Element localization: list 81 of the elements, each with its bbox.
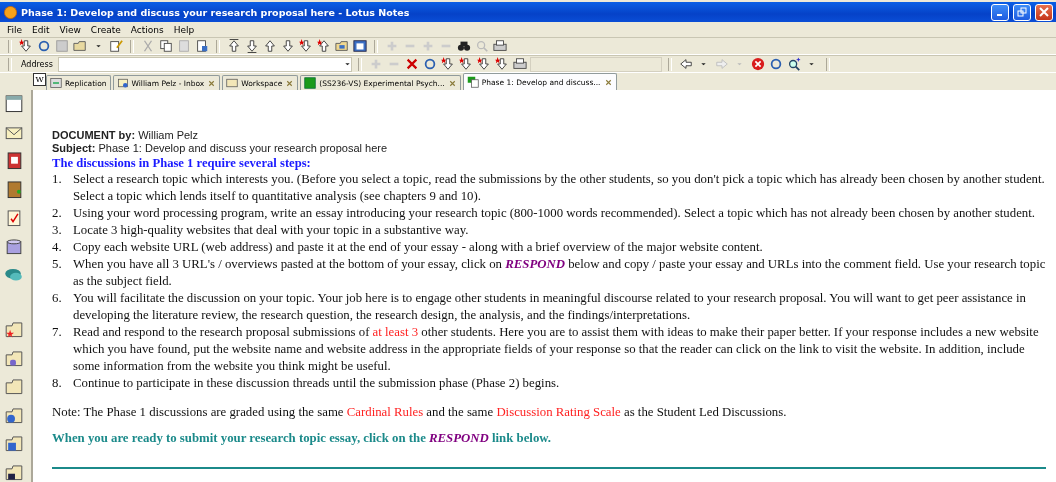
- list-item-text: Copy each website URL (web address) and paste it at the end of your essay - along with a brief overview of the major website content.: [73, 239, 764, 256]
- restore-icon: [1017, 7, 1027, 17]
- list-item-text: Read and respond to the research proposal submissions of at least 3 other students. Here you are to assist them with ideas to make their paper better. If your response includes a new website which you have found, put the website name and website address in the appropriate fields of your response so that the reader can click on the link to visit the website. In addition, include some information from the website you think might be useful.: [73, 324, 1040, 375]
- note-text: Note: The Phase 1 discussions are graded using the same Cardinal Rules and the same Discussion Rating Scale as the Student Led Discussions.: [52, 404, 788, 421]
- printer-icon[interactable]: [512, 57, 527, 71]
- app-icon: [4, 5, 17, 19]
- copy-icon[interactable]: [159, 39, 173, 53]
- list-item-text: You will facilitate the discussion on your topic. Your job here is to engage other students in meaningful discourse related to your research proposal. You will want to get peer assistance in developing the literature review, the research question, the research design, the analysis, and the findings/interpretations.: [73, 290, 1027, 324]
- workspace-badge[interactable]: W: [33, 73, 46, 86]
- menu-item[interactable]: Edit: [28, 24, 54, 35]
- menu-item[interactable]: Create: [86, 24, 125, 35]
- list-number: 6.: [52, 290, 63, 307]
- close-icon[interactable]: [603, 77, 613, 87]
- refresh-icon[interactable]: [37, 39, 51, 53]
- respond-link[interactable]: RESPOND: [505, 257, 565, 271]
- list-number: 1.: [52, 171, 63, 188]
- folder-globe-icon[interactable]: [4, 405, 24, 426]
- folder-icon[interactable]: [4, 462, 24, 482]
- list-item-text: Continue to participate in these discussion threads until the submission phase (Phase 2) begins.: [73, 375, 561, 392]
- window-title: Phase 1: Develop and discuss your research proposal here - Lotus Notes: [21, 6, 411, 18]
- menu-item[interactable]: Help: [169, 24, 199, 35]
- list-number: 3.: [52, 222, 63, 239]
- arrow-bottom-icon[interactable]: [245, 39, 259, 53]
- close-icon[interactable]: [207, 78, 217, 88]
- refresh-icon[interactable]: [768, 57, 783, 71]
- star-arrow-down-icon[interactable]: [458, 57, 473, 71]
- edit-icon[interactable]: [109, 39, 123, 53]
- window-icon[interactable]: [353, 39, 367, 53]
- list-item-text: Using your word processing program, write an essay introducing your research topic (800-1000 words recommended). Select a topic which has not already been chosen by another student.: [73, 205, 1036, 222]
- document-icon[interactable]: [466, 76, 479, 88]
- subject-line: Subject: Phase 1: Develop and discuss your research proposal here: [52, 142, 389, 155]
- list-item-text: Locate 3 high-quality websites that deal with your topic in a substantive way.: [73, 222, 470, 239]
- star-arrow-down-icon[interactable]: [494, 57, 509, 71]
- author-line: DOCUMENT by: William Pelz: [52, 129, 200, 142]
- printer-icon[interactable]: [493, 39, 507, 53]
- arrow-top-icon[interactable]: [227, 39, 241, 53]
- stop-icon[interactable]: [404, 57, 419, 71]
- list-number: 8.: [52, 375, 63, 392]
- stop-icon[interactable]: [750, 57, 765, 71]
- back-arrow-icon[interactable]: [678, 57, 693, 71]
- star-arrow-down-icon[interactable]: [476, 57, 491, 71]
- address-field[interactable]: [57, 56, 352, 72]
- address-label: Address: [20, 59, 54, 69]
- list-number: 2.: [52, 205, 63, 222]
- star-arrow-down-icon[interactable]: [299, 39, 313, 53]
- restore-button[interactable]: [1013, 3, 1031, 21]
- list-number: 5.: [52, 256, 63, 273]
- close-icon: [1039, 7, 1049, 17]
- refresh-icon[interactable]: [422, 57, 437, 71]
- link[interactable]: Discussion Rating Scale: [496, 405, 621, 419]
- list-item-text: Select a research topic which interests you. (Before you select a topic, read the submissions by the other students, so you don't pick a topic which has already been chosen by another student. Select a topic which lends itself to quantitative analysis (see chapters 9 and 10).: [73, 171, 1046, 205]
- search-icon[interactable]: [786, 57, 801, 71]
- star-arrow-down-icon[interactable]: [19, 39, 33, 53]
- paste-special-icon[interactable]: [195, 39, 209, 53]
- minimize-button[interactable]: [991, 3, 1009, 21]
- binoculars-icon[interactable]: [457, 39, 471, 53]
- inbox-icon[interactable]: [116, 77, 129, 89]
- close-icon[interactable]: [285, 78, 295, 88]
- arrow-down-icon[interactable]: [281, 39, 295, 53]
- star-arrow-down-icon[interactable]: [440, 57, 455, 71]
- calendar-icon[interactable]: [4, 94, 24, 114]
- link[interactable]: Cardinal Rules: [346, 405, 424, 419]
- folder-building-icon[interactable]: [4, 434, 24, 454]
- menu-item[interactable]: View: [55, 24, 85, 35]
- menu-item[interactable]: File: [3, 24, 27, 35]
- section-heading: The discussions in Phase 1 require several steps:: [52, 155, 312, 171]
- list-number: 4.: [52, 239, 63, 256]
- database-icon[interactable]: [4, 236, 24, 256]
- closing-text: When you are ready to submit your research topic essay, click on the RESPOND link below.: [52, 430, 552, 447]
- star-arrow-up-icon[interactable]: [317, 39, 331, 53]
- arrow-up-icon[interactable]: [263, 39, 277, 53]
- database-icon[interactable]: [304, 77, 317, 89]
- list-number: 7.: [52, 324, 63, 341]
- respond-link[interactable]: RESPOND: [429, 431, 489, 445]
- folder-star-icon[interactable]: [4, 320, 24, 340]
- replication-icon[interactable]: [50, 77, 62, 89]
- menu-item[interactable]: Actions: [126, 24, 168, 35]
- list-item-text: When you have all 3 URL's / overviews pasted at the bottom of your essay, click on RESPOND below and copy / paste your essay and URLs into the comment field. Use your research topic as the subject field.: [73, 256, 1046, 290]
- close-button[interactable]: [1035, 3, 1053, 21]
- workspace-icon[interactable]: [226, 77, 239, 89]
- close-icon[interactable]: [447, 78, 457, 88]
